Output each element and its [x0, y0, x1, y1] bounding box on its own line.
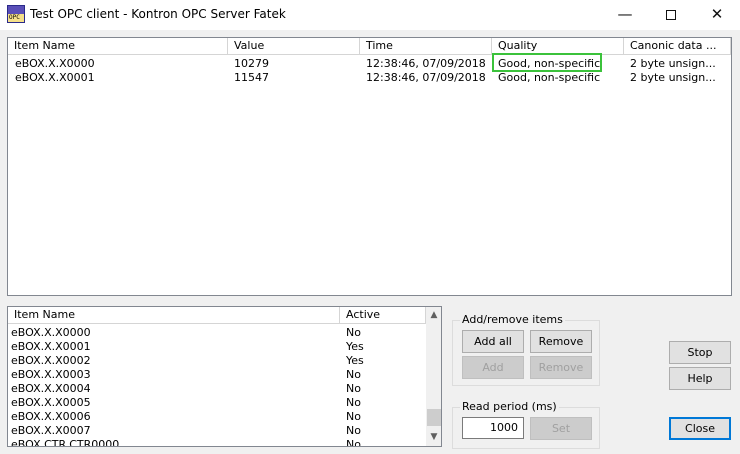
cell-active: No: [346, 326, 361, 339]
group-label-read-period: Read period (ms): [460, 400, 559, 414]
column-header-time[interactable]: Time: [360, 38, 492, 55]
cell-time: 12:38:46, 07/09/2018: [366, 57, 486, 70]
close-icon: ✕: [710, 5, 724, 23]
cell-item-name: eBOX.CTR.CTR0000: [11, 438, 120, 446]
scroll-up-button[interactable]: ▲: [426, 307, 441, 323]
cell-item-name: eBOX.X.X0003: [11, 368, 91, 381]
window-title: Test OPC client - Kontron OPC Server Fat…: [30, 7, 286, 21]
cell-active: Yes: [346, 354, 364, 367]
cell-active: No: [346, 438, 361, 446]
cell-value: 10279: [234, 57, 269, 70]
close-window-button[interactable]: ✕: [694, 0, 740, 30]
cell-active: No: [346, 368, 361, 381]
cell-canonic: 2 byte unsign...: [630, 71, 716, 84]
vertical-scrollbar[interactable]: ▲ ▼: [426, 307, 441, 446]
cell-active: No: [346, 424, 361, 437]
available-items-table[interactable]: Item Name Active eBOX.X.X0000 No eBOX.X.…: [7, 306, 442, 447]
cell-item-name: eBOX.X.X0001: [15, 71, 95, 84]
column-header-item-name[interactable]: Item Name: [8, 307, 340, 324]
maximize-button[interactable]: [648, 0, 694, 30]
cell-quality: Good, non-specific: [498, 71, 601, 84]
column-header-item-name[interactable]: Item Name: [8, 38, 228, 55]
chevron-up-icon: ▲: [430, 310, 438, 320]
scroll-down-button[interactable]: ▼: [426, 429, 441, 445]
remove-button[interactable]: Remove: [530, 356, 592, 379]
close-button[interactable]: Close: [669, 417, 731, 440]
opc-app-icon: OPC: [7, 5, 25, 23]
opc-client-window: OPC Test OPC client - Kontron OPC Server…: [0, 0, 740, 454]
maximize-icon: [666, 10, 676, 20]
cell-item-name: eBOX.X.X0000: [11, 326, 91, 339]
cell-item-name: eBOX.X.X0006: [11, 410, 91, 423]
chevron-down-icon: ▼: [430, 432, 438, 442]
add-all-button[interactable]: Add all: [462, 330, 524, 353]
add-button[interactable]: Add: [462, 356, 524, 379]
column-header-canonic-data[interactable]: Canonic data ...: [624, 38, 731, 55]
column-header-active[interactable]: Active: [340, 307, 426, 324]
cell-item-name: eBOX.X.X0002: [11, 354, 91, 367]
column-header-value[interactable]: Value: [228, 38, 360, 55]
cell-time: 12:38:46, 07/09/2018: [366, 71, 486, 84]
cell-item-name: eBOX.X.X0001: [11, 340, 91, 353]
stop-button[interactable]: Stop: [669, 341, 731, 364]
title-bar: OPC Test OPC client - Kontron OPC Server…: [0, 0, 740, 30]
cell-quality: Good, non-specific: [498, 57, 601, 70]
cell-item-name: eBOX.X.X0005: [11, 396, 91, 409]
read-period-input[interactable]: 1000: [462, 417, 524, 439]
cell-value: 11547: [234, 71, 269, 84]
cell-active: No: [346, 396, 361, 409]
cell-active: Yes: [346, 340, 364, 353]
monitored-items-table[interactable]: Item Name Value Time Quality Canonic dat…: [7, 37, 732, 296]
scroll-thumb[interactable]: [427, 409, 441, 426]
cell-item-name: eBOX.X.X0004: [11, 382, 91, 395]
minimize-button[interactable]: —: [602, 0, 648, 30]
cell-canonic: 2 byte unsign...: [630, 57, 716, 70]
cell-active: No: [346, 382, 361, 395]
cell-item-name: eBOX.X.X0000: [15, 57, 95, 70]
remove-all-button[interactable]: Remove all: [530, 330, 592, 369]
minimize-icon: —: [617, 5, 633, 23]
help-button[interactable]: Help: [669, 367, 731, 390]
cell-item-name: eBOX.X.X0007: [11, 424, 91, 437]
group-label-add-remove: Add/remove items: [460, 313, 565, 327]
add-remove-items-group: Add/remove items Add all Remove all Add …: [452, 313, 600, 386]
set-button[interactable]: Set: [530, 417, 592, 440]
read-period-group: Read period (ms) 1000 Set: [452, 400, 600, 449]
icon-text: OPC: [9, 14, 20, 21]
cell-active: No: [346, 410, 361, 423]
